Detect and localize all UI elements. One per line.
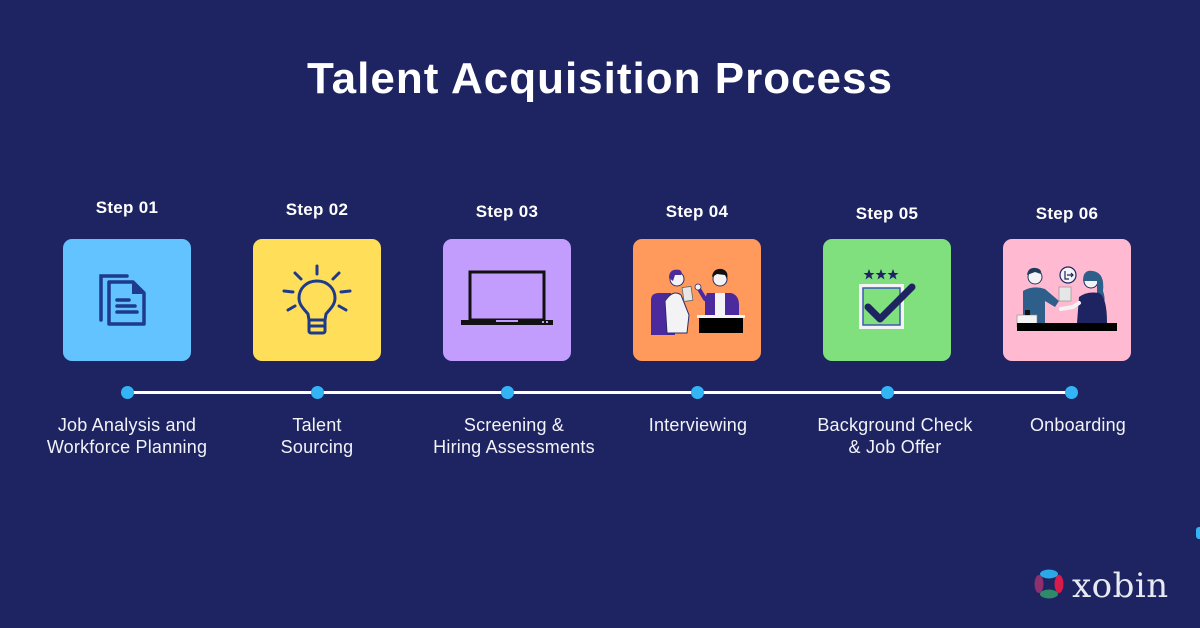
step-card [443,239,571,361]
step-card [633,239,761,361]
lightbulb-icon [282,264,352,336]
brand-logo: xobin [1034,566,1169,606]
timeline-dot [880,386,894,399]
step-label: Step 02 [285,200,349,219]
step-label: Step 03 [475,202,539,221]
timeline-dot [310,386,324,399]
logo-text: xobin [1072,566,1169,606]
handshake-illustration-icon [1015,263,1119,337]
timeline-dot [690,386,704,399]
step-card [253,239,381,361]
description-line: Onboarding [1029,415,1127,435]
edge-decoration [1196,527,1200,539]
checkbox-stars-icon [856,267,918,333]
step-label: Step 06 [1035,204,1099,223]
description-line: Hiring Assessments [433,437,595,457]
timeline-dot [1064,386,1078,399]
laptop-icon [460,270,554,330]
step-label: Step 04 [665,202,729,221]
step-card [1003,239,1131,361]
timeline-line [127,391,1071,394]
timeline-dot [500,386,514,399]
description-line: & Job Offer [848,437,942,457]
xobin-logo-icon [1034,569,1064,604]
step-label: Step 05 [855,204,919,223]
step-card [823,239,951,361]
step-description: Onboarding [958,414,1198,436]
interview-illustration-icon [647,265,747,335]
step-label: Step 01 [95,198,159,217]
documents-icon [97,270,157,330]
step-card [63,239,191,361]
page-title: Talent Acquisition Process [307,54,893,103]
timeline-dot [120,386,134,399]
